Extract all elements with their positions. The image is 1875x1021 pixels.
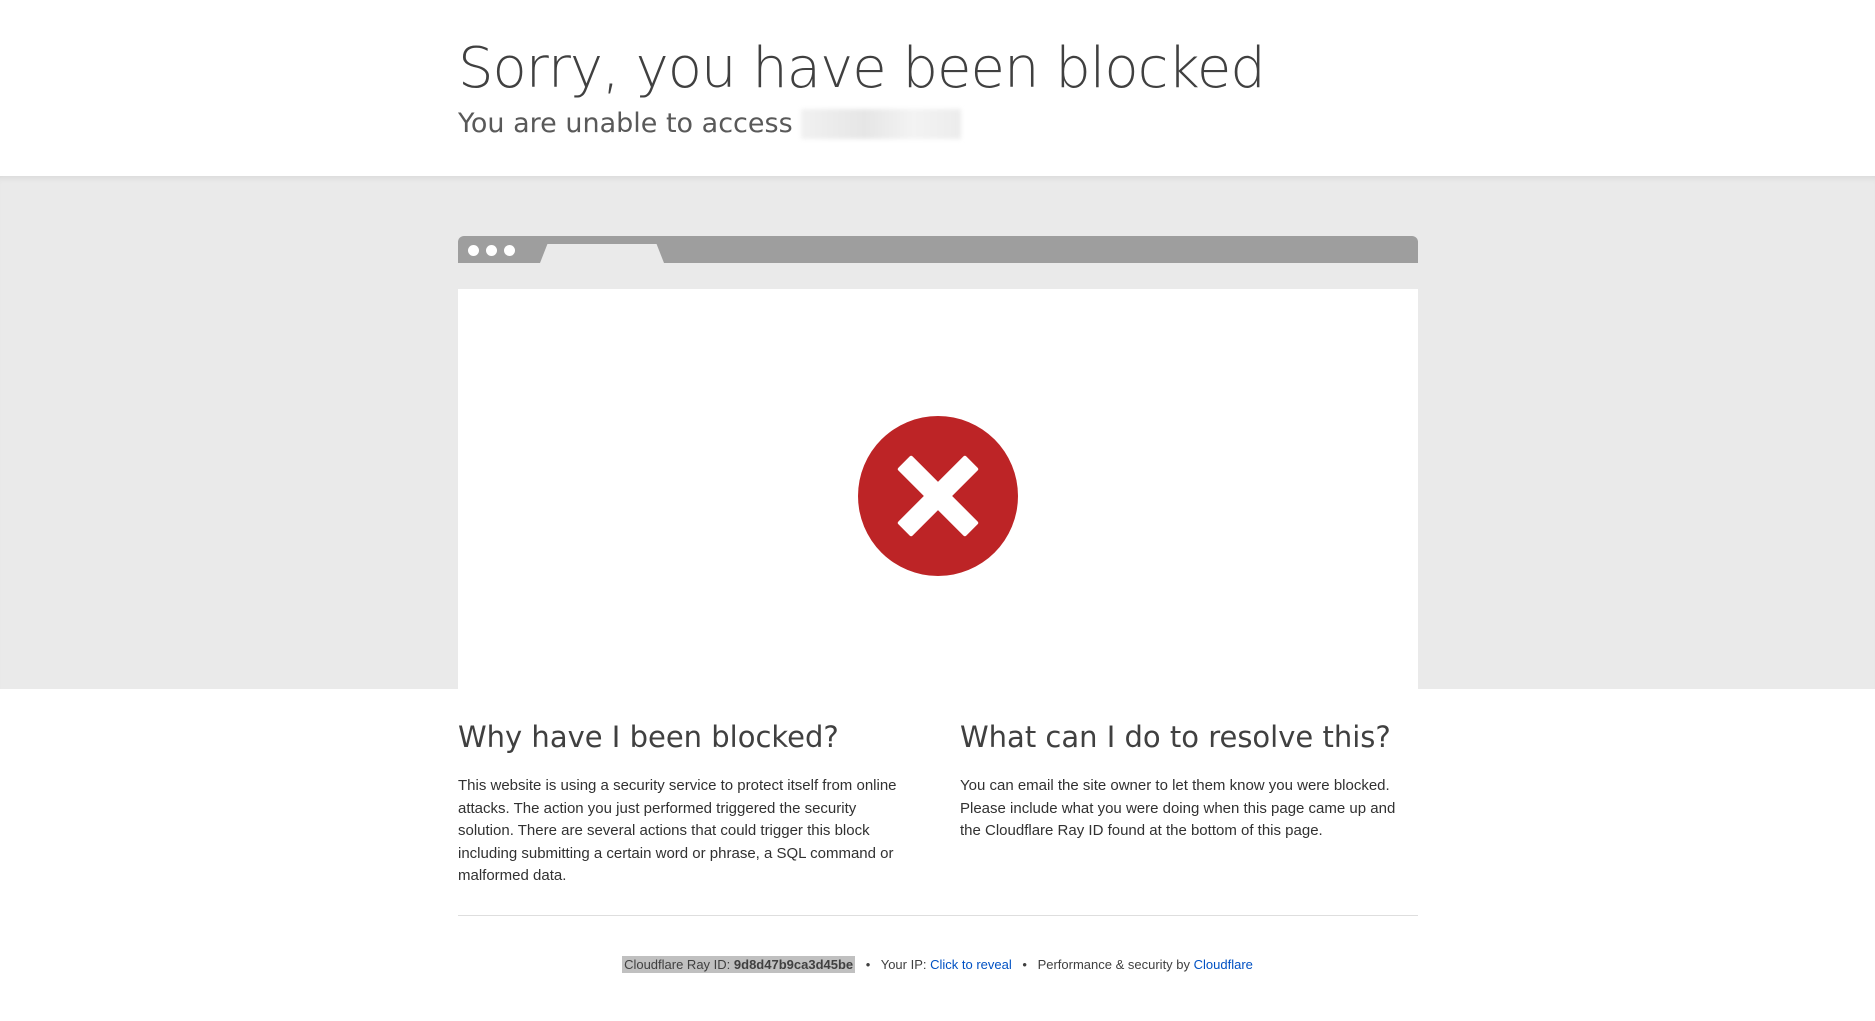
ray-id-label: Cloudflare Ray ID: <box>624 957 731 972</box>
window-dot-icon <box>504 245 515 256</box>
footer-separator: • <box>1022 957 1027 972</box>
redacted-domain <box>800 108 961 139</box>
error-x-circle-icon <box>858 416 1018 576</box>
subtitle-text: You are unable to access <box>458 108 793 139</box>
resolve-heading: What can I do to resolve this? <box>960 720 1391 754</box>
why-blocked-text: This website is using a security service… <box>458 777 897 884</box>
resolve-section: What can I do to resolve this? You can e… <box>960 720 1405 843</box>
footer-divider <box>458 915 1418 916</box>
page-subtitle: You are unable to access <box>458 108 961 139</box>
performance-label: Performance & security by <box>1037 957 1191 972</box>
reveal-ip-link[interactable]: Click to reveal <box>930 957 1012 972</box>
page-title: Sorry, you have been blocked <box>458 36 1266 101</box>
why-blocked-heading: Why have I been blocked? <box>458 720 839 754</box>
resolve-text: You can email the site owner to let them… <box>960 777 1396 839</box>
ray-id-info: Cloudflare Ray ID: 9d8d47b9ca3d45be <box>622 956 856 973</box>
cloudflare-link[interactable]: Cloudflare <box>1194 957 1253 972</box>
browser-illustration-window <box>458 289 1418 689</box>
header: Sorry, you have been blocked You are una… <box>0 0 1875 176</box>
window-dot-icon <box>486 245 497 256</box>
ray-id-value: 9d8d47b9ca3d45be <box>733 957 854 972</box>
ip-label: Your IP: <box>880 957 927 972</box>
window-dot-icon <box>468 245 479 256</box>
footer-separator: • <box>865 957 871 972</box>
footer: Cloudflare Ray ID: 9d8d47b9ca3d45be • Yo… <box>0 956 1875 973</box>
browser-tab-shape <box>540 244 664 263</box>
browser-illustration-bar <box>458 236 1418 263</box>
why-blocked-section: Why have I been blocked? This website is… <box>458 720 903 888</box>
